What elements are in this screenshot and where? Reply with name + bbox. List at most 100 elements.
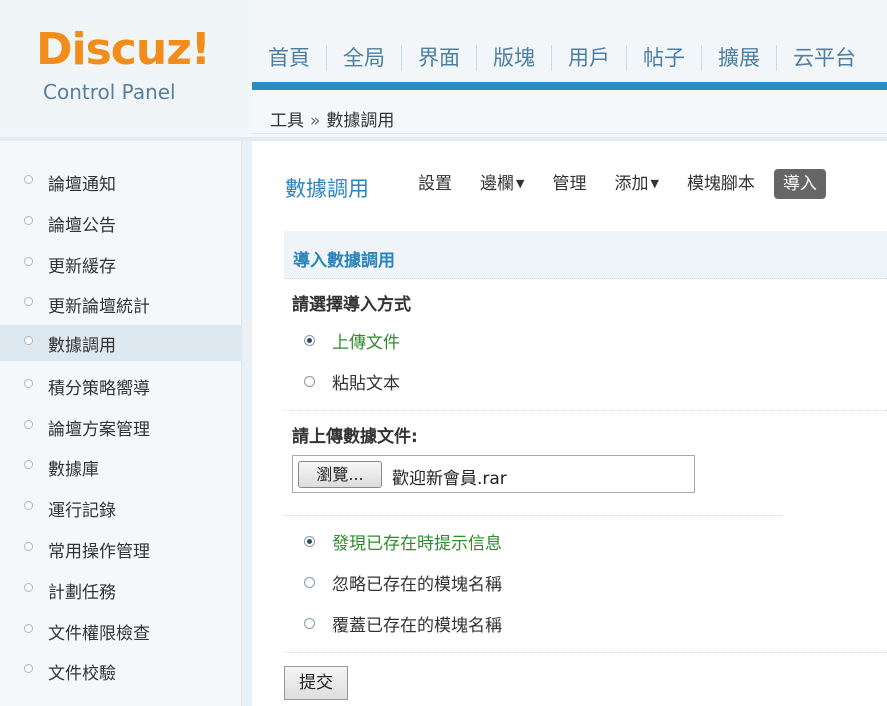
sidebar-item-label: 數據庫 [48,459,99,480]
logo[interactable]: Discuz! [36,24,211,75]
sidebar-item-run-log[interactable]: 運行記錄 [0,490,242,526]
bullet-icon [24,663,33,673]
bullet-icon [24,419,33,429]
sidebar-item-label: 更新緩存 [48,256,116,277]
tab-label: 管理 [552,174,587,194]
radio-checked-icon[interactable] [304,335,315,346]
topnav-global[interactable]: 全局 [327,45,402,71]
topnav-interface[interactable]: 界面 [402,45,477,71]
bullet-icon [24,623,33,633]
topnav-home[interactable]: 首頁 [252,45,327,71]
section-header: 導入數據調用 [284,231,887,279]
radio-prompt-existing[interactable]: 發現已存在時提示信息 [304,529,502,554]
radio-paste-text[interactable]: 粘貼文本 [304,369,400,394]
divider [284,652,887,653]
radio-unchecked-icon[interactable] [304,376,315,387]
tab-manage[interactable]: 管理 [543,169,595,199]
sidebar-item-label: 計劃任務 [48,582,116,603]
divider [284,515,782,516]
radio-unchecked-icon[interactable] [304,618,315,629]
nav-accent-bar [252,82,887,90]
bullet-icon [24,335,33,345]
sidebar-item-update-cache[interactable]: 更新緩存 [0,246,242,282]
tab-label: 導入 [782,174,817,194]
breadcrumb: 工具 » 數據調用 [270,106,394,131]
breadcrumb-area: 工具 » 數據調用 [252,90,887,134]
bullet-icon [24,256,33,266]
radio-label: 上傳文件 [332,333,400,353]
breadcrumb-parent[interactable]: 工具 [270,111,304,131]
radio-checked-icon[interactable] [304,536,315,547]
topnav-posts[interactable]: 帖子 [627,45,702,71]
main-content: 數據調用 設置 邊欄 ▼ 管理 添加 ▼ 模塊腳本 導入 導入數據調用 請選擇導入方… [252,141,887,706]
radio-label: 發現已存在時提示信息 [332,534,502,554]
dropdown-arrow-icon: ▼ [650,177,659,190]
section-title: 導入數據調用 [293,251,395,271]
radio-upload-file[interactable]: 上傳文件 [304,328,400,353]
sidebar-item-update-stats[interactable]: 更新論壇統計 [0,286,242,322]
tab-sidebar[interactable]: 邊欄 ▼ [471,169,533,199]
sidebar-divider [242,141,252,706]
dropdown-arrow-icon: ▼ [516,177,525,190]
radio-overwrite-existing[interactable]: 覆蓋已存在的模塊名稱 [304,611,502,636]
breadcrumb-current: 數據調用 [326,111,395,131]
bullet-icon [24,378,33,388]
sidebar-item-file-permissions[interactable]: 文件權限檢查 [0,613,242,649]
tab-label: 邊欄 [480,174,514,194]
sidebar-item-scheme-manage[interactable]: 論壇方案管理 [0,409,242,445]
logo-area: Discuz! Control Panel [0,0,248,134]
sidebar-item-label: 論壇公告 [48,215,116,236]
tab-module-script[interactable]: 模塊腳本 [678,169,764,199]
sidebar-item-label: 積分策略嚮導 [48,378,150,399]
topnav-extensions[interactable]: 擴展 [702,45,777,71]
header: Discuz! Control Panel 首頁 全局 界面 版塊 用戶 帖子 … [0,0,887,141]
topnav-forums[interactable]: 版塊 [477,45,552,71]
sidebar-item-label: 數據調用 [48,335,116,356]
topnav-cloud[interactable]: 云平台 [777,45,872,71]
bullet-icon [24,459,33,469]
sidebar: 論壇通知 論壇公告 更新緩存 更新論壇統計 數據調用 積分策略嚮導 論壇方案管理… [0,141,242,706]
tab-settings[interactable]: 設置 [409,169,461,199]
submit-button[interactable]: 提交 [284,666,348,700]
tab-bar: 設置 邊欄 ▼ 管理 添加 ▼ 模塊腳本 導入 [409,168,836,200]
sidebar-item-label: 運行記錄 [48,500,116,521]
browse-button[interactable]: 瀏覽... [298,461,382,488]
breadcrumb-separator: » [310,111,321,131]
sidebar-item-credit-wizard[interactable]: 積分策略嚮導 [0,368,242,404]
page-title: 數據調用 [285,177,369,201]
bullet-icon [24,500,33,510]
top-nav: 首頁 全局 界面 版塊 用戶 帖子 擴展 云平台 [252,36,872,80]
bullet-icon [24,541,33,551]
sidebar-item-common-ops[interactable]: 常用操作管理 [0,531,242,567]
sidebar-item-label: 論壇通知 [48,174,116,195]
bullet-icon [24,296,33,306]
sidebar-item-file-verify[interactable]: 文件校驗 [0,653,242,689]
bullet-icon [24,215,33,225]
sidebar-item-label: 文件校驗 [48,663,116,684]
tab-add[interactable]: 添加 ▼ [605,169,667,199]
import-method-label: 請選擇導入方式 [292,295,411,315]
sidebar-item-announcement[interactable]: 論壇公告 [0,205,242,241]
topnav-users[interactable]: 用戶 [552,45,627,71]
radio-unchecked-icon[interactable] [304,577,315,588]
radio-label: 覆蓋已存在的模塊名稱 [332,616,502,636]
sidebar-item-forum-notice[interactable]: 論壇通知 [0,164,242,200]
divider [284,410,887,411]
upload-label: 請上傳數據文件: [292,427,418,447]
bullet-icon [24,582,33,592]
selected-file-name: 歡迎新會員.rar [392,469,507,489]
file-input[interactable]: 瀏覽... 歡迎新會員.rar [292,455,695,493]
logo-subtitle: Control Panel [43,80,176,104]
sidebar-item-label: 文件權限檢查 [48,623,150,644]
radio-label: 粘貼文本 [332,374,400,394]
sidebar-item-database[interactable]: 數據庫 [0,449,242,485]
tab-label: 模塊腳本 [686,174,755,194]
sidebar-item-data-call[interactable]: 數據調用 [0,325,242,361]
radio-ignore-existing[interactable]: 忽略已存在的模塊名稱 [304,570,502,595]
tab-label: 添加 [614,174,649,194]
sidebar-item-scheduled-tasks[interactable]: 計劃任務 [0,572,242,608]
sidebar-item-label: 常用操作管理 [48,541,150,562]
bullet-icon [24,174,33,184]
tab-import[interactable]: 導入 [773,169,826,199]
sidebar-item-label: 更新論壇統計 [48,296,150,317]
